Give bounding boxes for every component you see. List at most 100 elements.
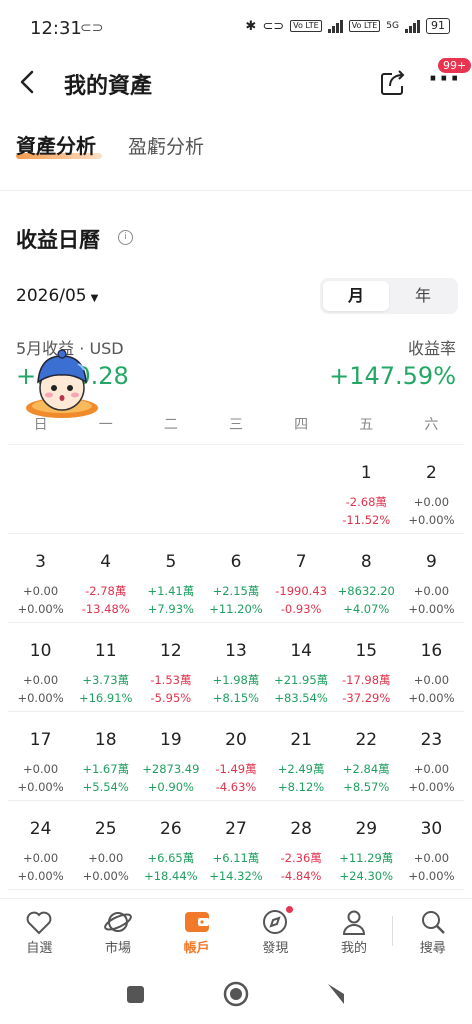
income-calendar: 日 一 二 三 四 五 六 1 -2.68萬 -11.52% 2 +0.00 +0.00% 3 +0.00… xyxy=(8,410,464,890)
nav-item-1[interactable]: 市場 xyxy=(79,899,158,963)
calendar-day-cell[interactable]: 13 +1.98萬 +8.15% xyxy=(203,623,268,711)
nav-item-2[interactable]: 帳戶 xyxy=(157,899,236,963)
day-number: 18 xyxy=(94,730,117,750)
day-return-pct: +24.30% xyxy=(339,869,394,883)
day-return-pct: +0.00% xyxy=(408,691,455,705)
day-return-pct: +0.00% xyxy=(17,691,64,705)
calendar-day-cell[interactable]: 17 +0.00 +0.00% xyxy=(8,712,73,800)
calendar-week-row: 1 -2.68萬 -11.52% 2 +0.00 +0.00% xyxy=(8,445,464,534)
day-profit: +2.49萬 xyxy=(277,762,325,776)
calendar-day-cell[interactable]: 24 +0.00 +0.00% xyxy=(8,801,73,889)
day-profit: +8632.20 xyxy=(337,584,395,598)
calendar-day-cell[interactable]: 12 -1.53萬 -5.95% xyxy=(138,623,203,711)
calendar-day-cell[interactable]: 29 +11.29萬 +24.30% xyxy=(334,801,399,889)
day-profit: +6.11萬 xyxy=(212,851,260,865)
day-number: 21 xyxy=(290,730,312,750)
back-arrow-icon[interactable] xyxy=(14,64,46,100)
calendar-day-cell[interactable]: 19 +2873.49 +0.90% xyxy=(138,712,203,800)
day-profit: +0.00 xyxy=(413,762,450,776)
share-icon[interactable] xyxy=(378,66,408,98)
calendar-day-cell[interactable]: 2 +0.00 +0.00% xyxy=(399,445,464,533)
day-profit: +1.41萬 xyxy=(147,584,195,598)
person-icon xyxy=(315,907,394,937)
calendar-day-cell xyxy=(269,445,334,533)
calendar-day-cell[interactable]: 25 +0.00 +0.00% xyxy=(73,801,138,889)
calendar-day-cell[interactable]: 30 +0.00 +0.00% xyxy=(399,801,464,889)
calendar-day-cell[interactable]: 14 +21.95萬 +83.54% xyxy=(269,623,334,711)
day-profit: +0.00 xyxy=(22,851,59,865)
compass-icon xyxy=(236,907,315,937)
calendar-day-cell[interactable]: 16 +0.00 +0.00% xyxy=(399,623,464,711)
calendar-day-cell[interactable]: 20 -1.49萬 -4.63% xyxy=(203,712,268,800)
calendar-day-cell[interactable]: 6 +2.15萬 +11.20% xyxy=(203,534,268,622)
nav-item-4[interactable]: 我的 xyxy=(315,899,394,963)
nav-divider xyxy=(392,916,393,946)
discover-dot-badge xyxy=(286,906,293,913)
battery-icon: 91 xyxy=(426,18,450,34)
day-return-pct: +0.00% xyxy=(17,780,64,794)
day-return-pct: +0.00% xyxy=(408,869,455,883)
income-rate: +147.59% xyxy=(329,362,456,390)
day-return-pct: +7.93% xyxy=(147,602,194,616)
day-number: 2 xyxy=(426,463,437,483)
day-number: 8 xyxy=(360,552,372,572)
calendar-day-cell[interactable]: 3 +0.00 +0.00% xyxy=(8,534,73,622)
nav-item-0[interactable]: 自選 xyxy=(0,899,79,963)
day-number: 22 xyxy=(355,730,378,750)
weekday-label: 一 xyxy=(98,417,113,433)
calendar-day-cell[interactable]: 23 +0.00 +0.00% xyxy=(399,712,464,800)
calendar-day-cell[interactable]: 4 -2.78萬 -13.48% xyxy=(73,534,138,622)
calendar-day-cell[interactable]: 11 +3.73萬 +16.91% xyxy=(73,623,138,711)
day-return-pct: +8.15% xyxy=(212,691,260,705)
status-bar: 12:31 ⊂⊃ ✱ ⊂⊃ Vo LTE Vo LTE 5G 91 xyxy=(0,0,472,56)
nav-item-5[interactable]: 搜尋 xyxy=(393,899,472,963)
calendar-day-cell xyxy=(203,445,268,533)
day-profit: +2873.49 xyxy=(142,762,200,776)
rate-label: 收益率 xyxy=(407,339,456,358)
day-number: 20 xyxy=(225,730,247,750)
calendar-day-cell[interactable]: 18 +1.67萬 +5.54% xyxy=(73,712,138,800)
day-profit: +0.00 xyxy=(413,673,450,687)
day-profit: +1.98萬 xyxy=(212,673,260,687)
day-number: 16 xyxy=(420,641,443,661)
day-profit: +0.00 xyxy=(413,584,450,598)
period-month-button[interactable]: 月 xyxy=(323,281,389,311)
nav-item-3[interactable]: 發現 xyxy=(236,899,315,963)
day-return-pct: +11.20% xyxy=(209,602,263,616)
month-value: 2026/05 xyxy=(16,286,87,306)
calendar-day-cell[interactable]: 22 +2.84萬 +8.57% xyxy=(334,712,399,800)
day-profit: -1.49萬 xyxy=(215,762,257,776)
day-profit: +3.73萬 xyxy=(82,673,130,687)
calendar-day-cell[interactable]: 27 +6.11萬 +14.32% xyxy=(203,801,268,889)
day-return-pct: -13.48% xyxy=(81,602,130,616)
calendar-day-cell[interactable]: 5 +1.41萬 +7.93% xyxy=(138,534,203,622)
calendar-day-cell[interactable]: 26 +6.65萬 +18.44% xyxy=(138,801,203,889)
calendar-day-cell[interactable]: 28 -2.36萬 -4.84% xyxy=(269,801,334,889)
nav-label: 市場 xyxy=(105,941,132,956)
calendar-week-row: 3 +0.00 +0.00% 4 -2.78萬 -13.48% 5 +1.41萬 +7.93% 6… xyxy=(8,534,464,623)
day-profit: +2.15萬 xyxy=(212,584,260,598)
calendar-day-cell[interactable]: 1 -2.68萬 -11.52% xyxy=(334,445,399,533)
calendar-week-row: 10 +0.00 +0.00% 11 +3.73萬 +16.91% 12 -1.53萬 -5.9… xyxy=(8,623,464,712)
month-selector[interactable]: 2026/05 ▼ xyxy=(16,286,98,306)
page-title: 我的資產 xyxy=(64,74,153,99)
day-profit: -17.98萬 xyxy=(341,673,391,687)
day-profit: +6.65萬 xyxy=(147,851,195,865)
calendar-day-cell[interactable]: 7 -1990.43 -0.93% xyxy=(269,534,334,622)
info-icon[interactable]: i xyxy=(118,230,133,245)
calendar-day-cell[interactable]: 15 -17.98萬 -37.29% xyxy=(334,623,399,711)
day-return-pct: +0.00% xyxy=(408,780,455,794)
period-year-button[interactable]: 年 xyxy=(390,281,456,311)
calendar-day-cell[interactable]: 9 +0.00 +0.00% xyxy=(399,534,464,622)
tab-pnl-analysis[interactable]: 盈虧分析 xyxy=(128,132,204,159)
calendar-day-cell[interactable]: 10 +0.00 +0.00% xyxy=(8,623,73,711)
tab-asset-analysis[interactable]: 資產分析 xyxy=(16,130,96,159)
lte-badge-2: Vo LTE xyxy=(348,20,381,32)
notification-badge: 99+ xyxy=(438,58,472,73)
calendar-day-cell[interactable]: 21 +2.49萬 +8.12% xyxy=(269,712,334,800)
caret-down-icon: ▼ xyxy=(90,293,99,304)
calendar-day-cell[interactable]: 8 +8632.20 +4.07% xyxy=(334,534,399,622)
day-profit: +0.00 xyxy=(413,851,450,865)
day-return-pct: +0.00% xyxy=(17,869,64,883)
day-return-pct: +8.12% xyxy=(278,780,325,794)
